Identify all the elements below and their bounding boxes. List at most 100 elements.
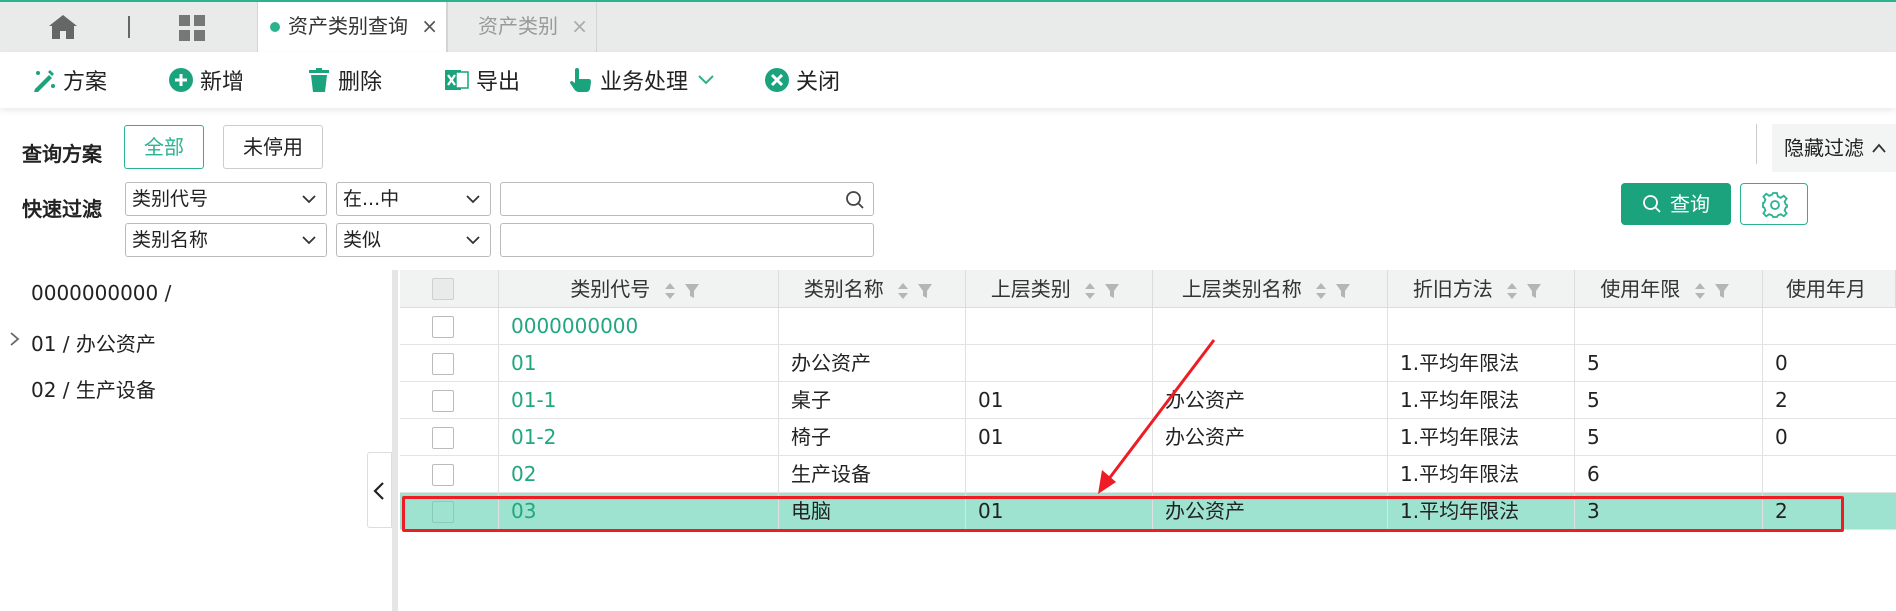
select-all-cell bbox=[400, 270, 499, 308]
row-checkbox[interactable] bbox=[432, 501, 454, 523]
row-checkbox[interactable] bbox=[432, 390, 454, 412]
col-header-label: 类别名称 bbox=[803, 277, 884, 301]
cell-years: 5 bbox=[1575, 345, 1763, 382]
cell-years: 3 bbox=[1575, 493, 1763, 530]
cell-years: 5 bbox=[1575, 419, 1763, 456]
cell-code[interactable]: 01-2 bbox=[499, 419, 779, 456]
row-checkbox[interactable] bbox=[432, 464, 454, 486]
query-scheme-label: 查询方案 bbox=[22, 142, 102, 166]
panel-splitter[interactable] bbox=[392, 270, 398, 611]
select-all-checkbox[interactable] bbox=[432, 278, 454, 300]
business-label: 业务处理 bbox=[600, 70, 689, 95]
cell-years: 5 bbox=[1575, 382, 1763, 419]
filter-operator-select-2[interactable]: 类似 bbox=[336, 223, 491, 257]
cell-method bbox=[1388, 308, 1575, 345]
cell-name: 电脑 bbox=[779, 493, 966, 530]
excel-icon bbox=[445, 70, 469, 90]
chevron-down-icon bbox=[302, 236, 316, 245]
scheme-not-disabled-button[interactable]: 未停用 bbox=[223, 125, 323, 169]
row-checkbox[interactable] bbox=[432, 316, 454, 338]
row-select-cell bbox=[400, 382, 499, 419]
scheme-button[interactable]: 方案 bbox=[31, 62, 107, 98]
grid-icon[interactable] bbox=[178, 14, 206, 42]
tab-bar: 资产类别查询 × 资产类别 × bbox=[0, 0, 1896, 52]
cell-code[interactable]: 03 bbox=[499, 493, 779, 530]
cell-code[interactable]: 01 bbox=[499, 345, 779, 382]
row-select-cell bbox=[400, 493, 499, 530]
sort-filter-icon[interactable] bbox=[663, 281, 707, 301]
business-dropdown[interactable]: 业务处理 bbox=[568, 62, 714, 98]
sort-filter-icon[interactable] bbox=[1083, 281, 1127, 301]
scheme-label: 方案 bbox=[63, 70, 108, 95]
close-button[interactable]: 关闭 bbox=[764, 62, 840, 98]
chevron-down-icon bbox=[466, 236, 480, 245]
col-header-years[interactable]: 使用年限 bbox=[1575, 270, 1763, 308]
filter-value-input-2[interactable] bbox=[500, 223, 874, 257]
col-header-label: 类别代号 bbox=[570, 277, 651, 301]
tree-node-01[interactable]: 01 / 办公资产 bbox=[31, 328, 156, 357]
close-circle-icon bbox=[765, 68, 789, 92]
delete-button[interactable]: 删除 bbox=[306, 62, 382, 98]
col-header-parent[interactable]: 上层类别 bbox=[966, 270, 1153, 308]
cell-months bbox=[1763, 308, 1896, 345]
search-icon[interactable] bbox=[845, 190, 865, 210]
sort-filter-icon[interactable] bbox=[896, 281, 940, 301]
col-header-months[interactable]: 使用年月 bbox=[1763, 270, 1896, 308]
filter-field-select-1[interactable]: 类别代号 bbox=[125, 182, 327, 216]
col-header-label: 上层类别名称 bbox=[1181, 277, 1302, 301]
delete-label: 删除 bbox=[338, 70, 383, 95]
search-icon bbox=[1643, 195, 1661, 213]
sort-filter-icon[interactable] bbox=[1314, 281, 1358, 301]
export-label: 导出 bbox=[476, 70, 521, 95]
col-header-label: 折旧方法 bbox=[1412, 277, 1493, 301]
tree-node-root[interactable]: 0000000000 / bbox=[31, 281, 171, 305]
chevron-right-icon[interactable] bbox=[8, 331, 22, 347]
filter-field-value: 类别名称 bbox=[132, 229, 209, 251]
sort-filter-icon[interactable] bbox=[1693, 281, 1737, 301]
add-button[interactable]: 新增 bbox=[168, 62, 244, 98]
export-button[interactable]: 导出 bbox=[444, 62, 520, 98]
tab-asset-category-query[interactable]: 资产类别查询 × bbox=[257, 2, 447, 52]
cell-code[interactable]: 01-1 bbox=[499, 382, 779, 419]
chevron-down-icon bbox=[302, 195, 316, 204]
settings-button[interactable] bbox=[1740, 183, 1808, 225]
quick-filter-label: 快速过滤 bbox=[22, 197, 102, 221]
cell-name: 办公资产 bbox=[779, 345, 966, 382]
cell-name: 椅子 bbox=[779, 419, 966, 456]
col-header-name[interactable]: 类别名称 bbox=[779, 270, 966, 308]
sort-filter-icon[interactable] bbox=[1505, 281, 1549, 301]
query-button[interactable]: 查询 bbox=[1621, 183, 1731, 225]
tab-divider bbox=[128, 16, 130, 38]
cell-years bbox=[1575, 308, 1763, 345]
col-header-method[interactable]: 折旧方法 bbox=[1388, 270, 1575, 308]
toolbar: 方案 新增 删除 导出 业务处理 关闭 bbox=[0, 52, 1896, 108]
filter-operator-select-1[interactable]: 在...中 bbox=[336, 182, 491, 216]
col-header-code[interactable]: 类别代号 bbox=[499, 270, 779, 308]
scheme-icon bbox=[34, 70, 55, 92]
annotation-arrow-icon bbox=[1098, 339, 1216, 494]
close-tab-icon[interactable]: × bbox=[421, 2, 438, 50]
close-tab-icon[interactable]: × bbox=[571, 2, 588, 50]
cell-code[interactable]: 02 bbox=[499, 456, 779, 493]
col-header-parent-name[interactable]: 上层类别名称 bbox=[1153, 270, 1388, 308]
filter-value-input-1[interactable] bbox=[500, 182, 874, 216]
chevron-down-icon bbox=[698, 75, 714, 85]
hide-filter-toggle[interactable]: 隐藏过滤 bbox=[1772, 124, 1896, 172]
collapse-tree-button[interactable] bbox=[367, 452, 392, 528]
scheme-all-button[interactable]: 全部 bbox=[124, 125, 204, 169]
cell-months: 0 bbox=[1775, 351, 1788, 375]
cell-months bbox=[1763, 456, 1896, 493]
cell-name bbox=[779, 308, 966, 345]
tree-node-02[interactable]: 02 / 生产设备 bbox=[31, 374, 156, 403]
plus-circle-icon bbox=[169, 68, 193, 92]
filter-field-select-2[interactable]: 类别名称 bbox=[125, 223, 327, 257]
chevron-down-icon bbox=[466, 195, 480, 204]
row-select-cell bbox=[400, 456, 499, 493]
chevron-up-icon bbox=[1872, 143, 1886, 153]
row-checkbox[interactable] bbox=[432, 427, 454, 449]
row-checkbox[interactable] bbox=[432, 353, 454, 375]
home-icon[interactable] bbox=[48, 14, 78, 40]
cell-code[interactable]: 0000000000 bbox=[499, 308, 779, 345]
tab-asset-category[interactable]: 资产类别 × bbox=[447, 2, 597, 52]
cell-years: 6 bbox=[1575, 456, 1763, 493]
